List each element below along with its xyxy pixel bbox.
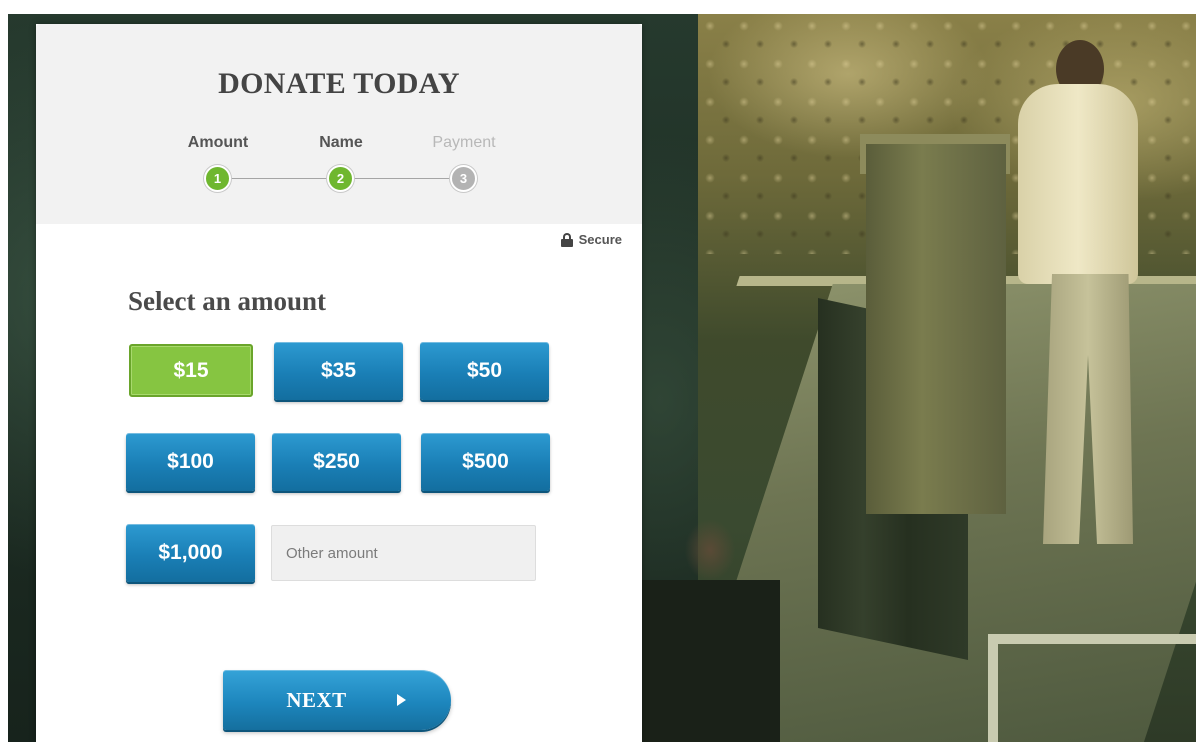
top-border — [0, 0, 1196, 14]
amount-button-50[interactable]: $50 — [420, 342, 549, 400]
amount-button-1000[interactable]: $1,000 — [126, 524, 255, 582]
step-connector — [353, 178, 464, 179]
podium — [866, 144, 1006, 514]
secure-label: Secure — [578, 232, 622, 247]
card-header — [36, 24, 642, 224]
donate-card: DONATE TODAY Amount Name Payment 1 2 3 S… — [36, 24, 642, 742]
amount-button-15[interactable]: $15 — [129, 344, 253, 397]
speaker-body — [1018, 84, 1138, 284]
security-guard — [640, 500, 780, 742]
play-icon — [396, 694, 406, 706]
secure-indicator: Secure — [560, 232, 622, 247]
left-border — [0, 0, 8, 742]
next-label: NEXT — [286, 687, 347, 712]
next-button[interactable]: NEXT — [223, 670, 451, 730]
page-title: DONATE TODAY — [218, 67, 460, 100]
step-name-number: 2 — [327, 165, 354, 192]
step-connector — [231, 178, 341, 179]
amount-button-100[interactable]: $100 — [126, 433, 255, 491]
other-amount-input[interactable] — [271, 525, 536, 581]
amount-button-35[interactable]: $35 — [274, 342, 403, 400]
amount-button-500[interactable]: $500 — [421, 433, 550, 491]
stage-railing — [988, 634, 1196, 742]
step-payment-label: Payment — [432, 134, 496, 151]
step-payment-number: 3 — [450, 165, 477, 192]
amount-button-250[interactable]: $250 — [272, 433, 401, 491]
step-amount-number: 1 — [204, 165, 231, 192]
step-amount-label: Amount — [187, 134, 249, 151]
section-title: Select an amount — [128, 286, 326, 316]
step-name-label: Name — [319, 134, 363, 151]
lock-icon — [560, 232, 573, 247]
